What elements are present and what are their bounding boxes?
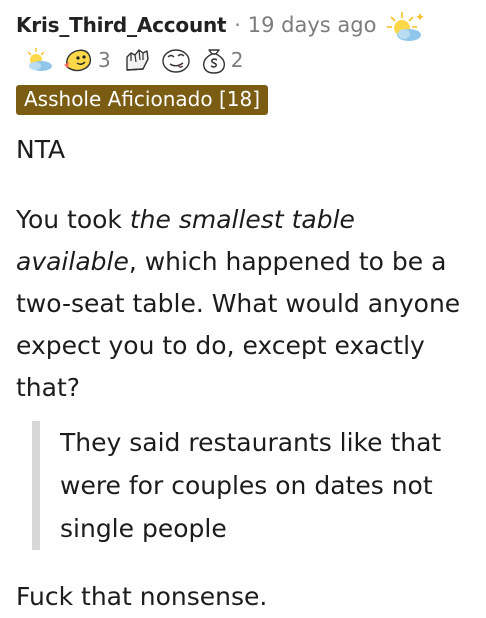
awards-row: 3 2 <box>22 43 478 77</box>
timestamp[interactable]: 19 days ago <box>248 13 377 37</box>
sun-cloud-award-icon[interactable] <box>22 46 56 74</box>
comment-header: Kris_Third_Account · 19 days ago <box>16 10 478 41</box>
separator-dot: · <box>234 13 241 37</box>
hand-award-icon[interactable] <box>121 45 153 75</box>
award-count: 2 <box>230 48 244 72</box>
cheeky-face-award-icon[interactable] <box>159 45 193 75</box>
sun-cloud-award-icon[interactable] <box>382 10 428 48</box>
user-flair: Asshole Aficionado [18] <box>16 85 268 115</box>
quote-text: They said restaurants like that were for… <box>60 428 442 543</box>
paragraph-closing: Fuck that nonsense. <box>16 582 268 611</box>
wholesome-seal-award-icon[interactable]: 3 <box>62 45 115 75</box>
paragraph-verdict: NTA <box>16 135 66 164</box>
money-bag-award-icon[interactable]: 2 <box>199 45 248 75</box>
text-run: You took <box>16 205 130 234</box>
author-username[interactable]: Kris_Third_Account <box>16 13 227 37</box>
comment: Kris_Third_Account · 19 days ago 3 2 Ass… <box>16 10 478 618</box>
paragraph-reasoning: You took the smallest table available, w… <box>16 199 478 409</box>
blockquote: They said restaurants like that were for… <box>32 421 478 550</box>
comment-body: NTA You took the smallest table availabl… <box>16 129 478 618</box>
award-count: 3 <box>98 48 111 72</box>
